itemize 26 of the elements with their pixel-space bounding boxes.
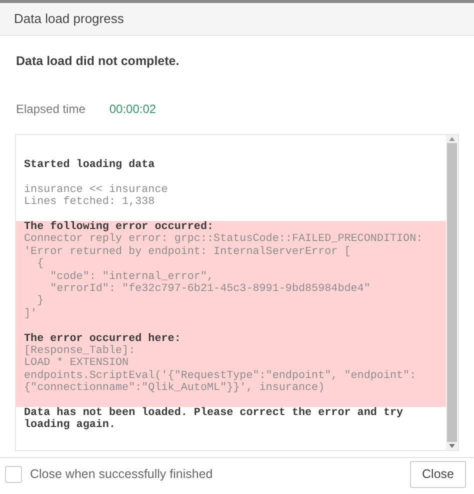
log-heading: Started loading data — [23, 159, 155, 172]
log-line: "errorId": "fe32c797-6b21-45c3-8991-9bd85984bde4" — [49, 283, 370, 296]
log-line: Connector reply error: grpc::StatusCode::FAILED_PRECONDITION: — [23, 233, 423, 246]
log-line: { — [36, 258, 44, 271]
elapsed-time-value: 00:00:02 — [109, 101, 156, 118]
log-line: Lines fetched: 1,338 — [23, 196, 155, 209]
log-heading: Data has not been loaded. Please correct the error and try — [23, 407, 404, 420]
log-heading: loading again. — [23, 419, 116, 432]
log-line: insurance << insurance — [23, 184, 168, 196]
checkbox[interactable] — [5, 466, 22, 483]
log-line: [Response_Table]: — [23, 345, 136, 358]
log-line: } — [36, 295, 44, 308]
close-button[interactable]: Close — [410, 461, 466, 488]
dialog-title: Data load progress — [14, 10, 124, 28]
elapsed-time-label: Elapsed time — [16, 101, 86, 118]
scrollbar[interactable] — [446, 135, 458, 450]
log-line: 'Error returned by endpoint: InternalServerError [ — [23, 246, 351, 258]
log-heading: The following error occurred: — [23, 221, 214, 233]
log-line: LOAD * EXTENSION — [23, 357, 129, 370]
log-line: "code": "internal_error", — [49, 270, 214, 283]
log-line: endpoints.ScriptEval('{"RequestType":"endpoint", "endpoint": — [23, 370, 416, 382]
log-line: {"connectionname":"Qlik_AutoML"}}', insurance) — [23, 382, 325, 395]
log-line: ]' — [23, 308, 38, 320]
status-message: Data load did not complete. — [16, 54, 180, 68]
log-heading: The error occurred here: — [23, 332, 181, 345]
checkbox-label[interactable]: Close when successfully finished — [30, 465, 213, 484]
